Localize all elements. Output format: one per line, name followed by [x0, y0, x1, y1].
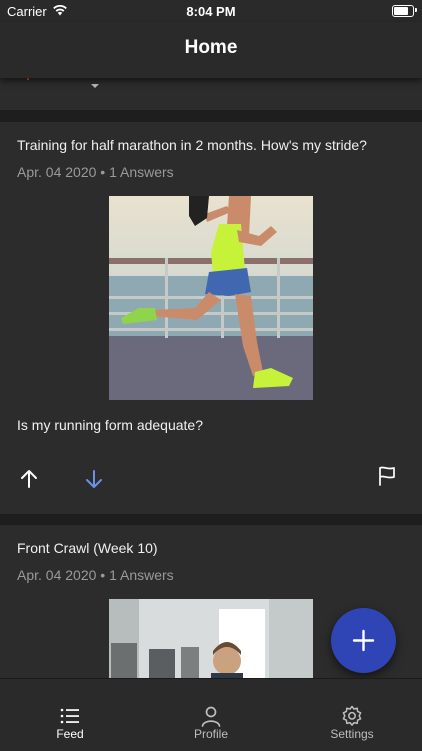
tab-feed[interactable]: Feed	[0, 679, 140, 751]
post-image-gym[interactable]	[109, 599, 313, 678]
person-icon	[201, 706, 221, 727]
post-meta: Apr. 04 2020 • 1 Answers	[17, 164, 174, 180]
report-flag-button[interactable]	[375, 464, 399, 488]
plus-icon	[352, 629, 375, 652]
prev-downvote-edge	[91, 78, 99, 88]
post-meta: Apr. 04 2020 • 1 Answers	[17, 567, 174, 583]
previous-post-card	[0, 78, 422, 110]
tab-settings-label: Settings	[330, 727, 374, 741]
arrow-up-icon	[21, 470, 37, 488]
flag-icon	[379, 466, 395, 486]
downvote-button[interactable]	[82, 467, 106, 491]
tab-profile-label: Profile	[193, 727, 228, 741]
upvote-button[interactable]	[17, 467, 41, 491]
tab-profile[interactable]: Profile	[141, 679, 281, 751]
gear-icon	[342, 705, 362, 726]
tab-feed-label: Feed	[56, 727, 84, 741]
post-body: Is my running form adequate?	[17, 417, 203, 433]
post-image-runner[interactable]	[109, 196, 313, 400]
prev-upvote-edge	[27, 78, 29, 80]
arrow-down-icon	[86, 470, 102, 488]
tab-settings[interactable]: Settings	[282, 679, 422, 751]
battery-level	[394, 7, 409, 15]
feed-list[interactable]: Training for half marathon in 2 months. …	[0, 78, 422, 678]
new-post-button[interactable]	[331, 608, 396, 673]
post-title[interactable]: Front Crawl (Week 10)	[17, 540, 158, 556]
nav-header: Home	[0, 22, 422, 78]
post-title[interactable]: Training for half marathon in 2 months. …	[17, 137, 367, 153]
page-title: Home	[184, 37, 238, 58]
list-icon	[60, 708, 79, 724]
tab-bar: Feed Profile Settings	[0, 678, 422, 751]
clock: 8:04 PM	[186, 4, 236, 19]
post-card[interactable]: Training for half marathon in 2 months. …	[0, 122, 422, 514]
battery-tip	[415, 8, 417, 12]
battery-icon	[392, 5, 414, 17]
status-bar: Carrier 8:04 PM	[0, 0, 422, 22]
